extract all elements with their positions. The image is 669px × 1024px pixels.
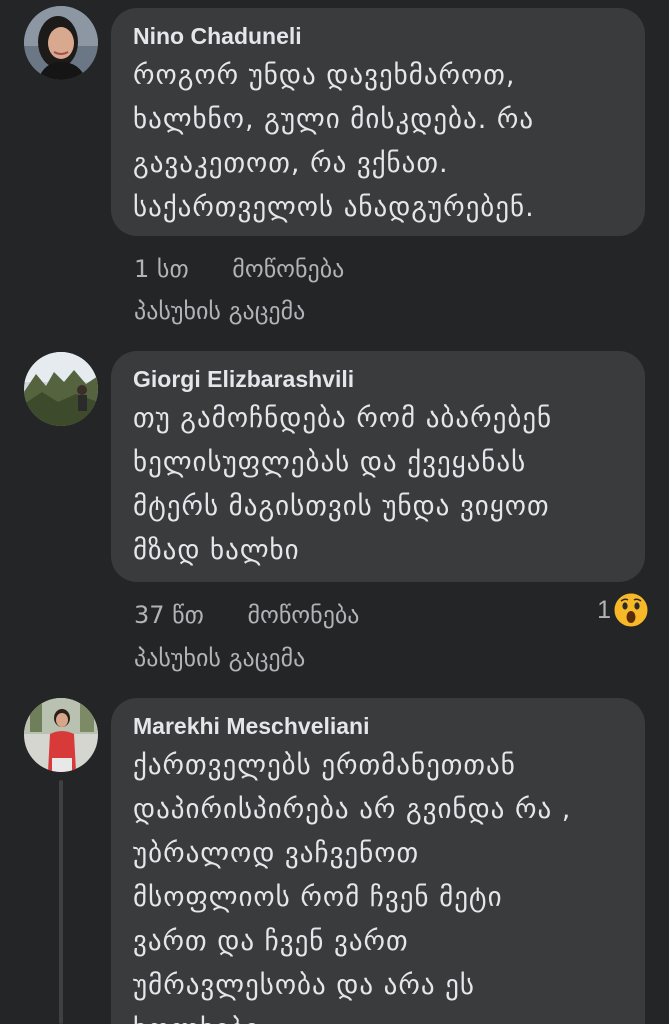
comment-meta: 1 სთ მოწონება — [134, 255, 380, 283]
comments-feed: Nino Chaduneli როგორ უნდა დავეხმაროთ, ხა… — [0, 0, 669, 1024]
reaction-count: 1 — [597, 595, 611, 624]
reply-button[interactable]: პასუხის გაცემა — [134, 644, 305, 672]
comment-bubble: Nino Chaduneli როგორ უნდა დავეხმაროთ, ხა… — [111, 8, 645, 236]
comment-time[interactable]: 37 წთ — [134, 601, 204, 629]
like-button[interactable]: მოწონება — [232, 255, 344, 283]
comment-author[interactable]: Marekhi Meschveliani — [133, 712, 623, 740]
avatar[interactable] — [24, 698, 98, 772]
comment-author[interactable]: Nino Chaduneli — [133, 22, 623, 50]
comment-time[interactable]: 1 სთ — [134, 255, 189, 283]
comment-text: ქართველებს ერთმანეთთან დაპირისპირება არ … — [133, 750, 572, 1024]
like-button[interactable]: მოწონება — [247, 601, 359, 629]
comment-author[interactable]: Giorgi Elizbarashvili — [133, 365, 623, 393]
comment-text: თუ გამოჩნდება რომ აბარებენ ხელისუფლებას … — [133, 403, 553, 566]
comment-meta: 37 წთ მოწონება — [134, 601, 395, 629]
avatar[interactable] — [24, 6, 98, 80]
reply-thread-line — [59, 780, 63, 1024]
comment-bubble: Giorgi Elizbarashvili თუ გამოჩნდება რომ … — [111, 351, 645, 582]
reaction-summary[interactable]: 1 — [597, 592, 649, 628]
comment-bubble: Marekhi Meschveliani ქართველებს ერთმანეთ… — [111, 698, 645, 1024]
reply-button[interactable]: პასუხის გაცემა — [134, 297, 305, 325]
avatar[interactable] — [24, 352, 98, 426]
wow-emoji-icon — [613, 592, 649, 628]
comment-text: როგორ უნდა დავეხმაროთ, ხალხნო, გული მისკ… — [133, 60, 535, 223]
